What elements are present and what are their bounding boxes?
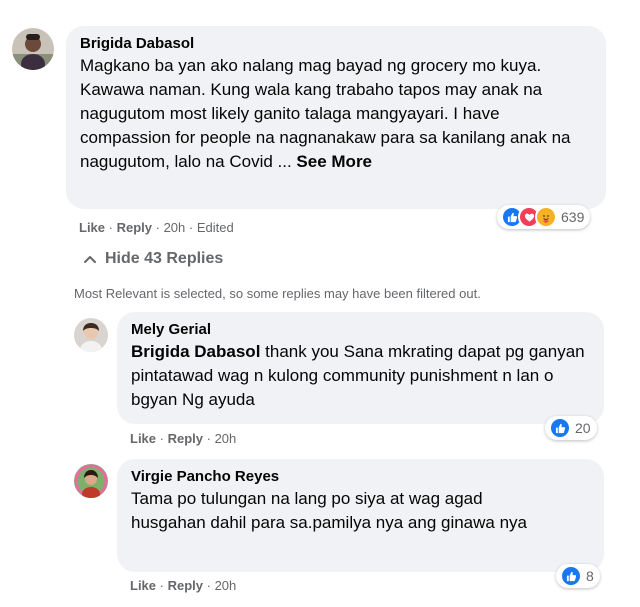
reply-button[interactable]: Reply: [168, 431, 203, 446]
chevron-up-icon: [84, 255, 96, 263]
reply-reactions-1[interactable]: 20: [545, 416, 597, 440]
like-icon: [560, 565, 582, 587]
reply-meta-2[interactable]: 20h: [215, 578, 237, 593]
comment-author[interactable]: Brigida Dabasol: [80, 35, 592, 52]
care-icon: [535, 206, 557, 228]
comment-meta[interactable]: 20h · Edited: [164, 220, 234, 235]
like-button[interactable]: Like: [130, 431, 156, 446]
reply-reactions-2[interactable]: 8: [556, 564, 600, 588]
comment-actions: Like · Reply · 20h · Edited: [79, 220, 234, 235]
like-icon: [549, 417, 571, 439]
comment-reactions[interactable]: 639: [497, 205, 591, 229]
reply-meta-1[interactable]: 20h: [215, 431, 237, 446]
avatar-brigida[interactable]: [12, 28, 54, 70]
mention-link[interactable]: Brigida Dabasol: [131, 342, 260, 361]
reply-author-2[interactable]: Virgie Pancho Reyes: [131, 468, 590, 485]
reply-body-2: Tama po tulungan na lang po siya at wag …: [131, 489, 527, 532]
reply-actions-2: Like · Reply · 20h: [130, 578, 237, 593]
reply-button[interactable]: Reply: [168, 578, 203, 593]
comment-bubble: Brigida Dabasol Magkano ba yan ako nalan…: [66, 26, 606, 209]
like-button[interactable]: Like: [130, 578, 156, 593]
reply-author-1[interactable]: Mely Gerial: [131, 321, 590, 338]
reply-text-1: Brigida Dabasol thank you Sana mkrating …: [131, 340, 590, 412]
avatar-virgie[interactable]: [74, 464, 108, 498]
hide-replies-label: Hide 43 Replies: [105, 250, 224, 267]
reply-bubble-1: Mely Gerial Brigida Dabasol thank you Sa…: [117, 312, 604, 424]
reply-bubble-2: Virgie Pancho Reyes Tama po tulungan na …: [117, 459, 604, 572]
reply-button[interactable]: Reply: [117, 220, 152, 235]
see-more-link[interactable]: See More: [296, 152, 372, 171]
comment-text: Magkano ba yan ako nalang mag bayad ng g…: [80, 54, 592, 174]
reply-reaction-count-1: 20: [575, 420, 591, 436]
reply-reaction-count-2: 8: [586, 568, 594, 584]
hide-replies-button[interactable]: Hide 43 Replies: [84, 250, 223, 268]
comment-reaction-count: 639: [561, 209, 585, 225]
like-button[interactable]: Like: [79, 220, 105, 235]
avatar-mely[interactable]: [74, 318, 108, 352]
filter-note: Most Relevant is selected, so some repli…: [74, 286, 481, 301]
reply-actions-1: Like · Reply · 20h: [130, 431, 237, 446]
